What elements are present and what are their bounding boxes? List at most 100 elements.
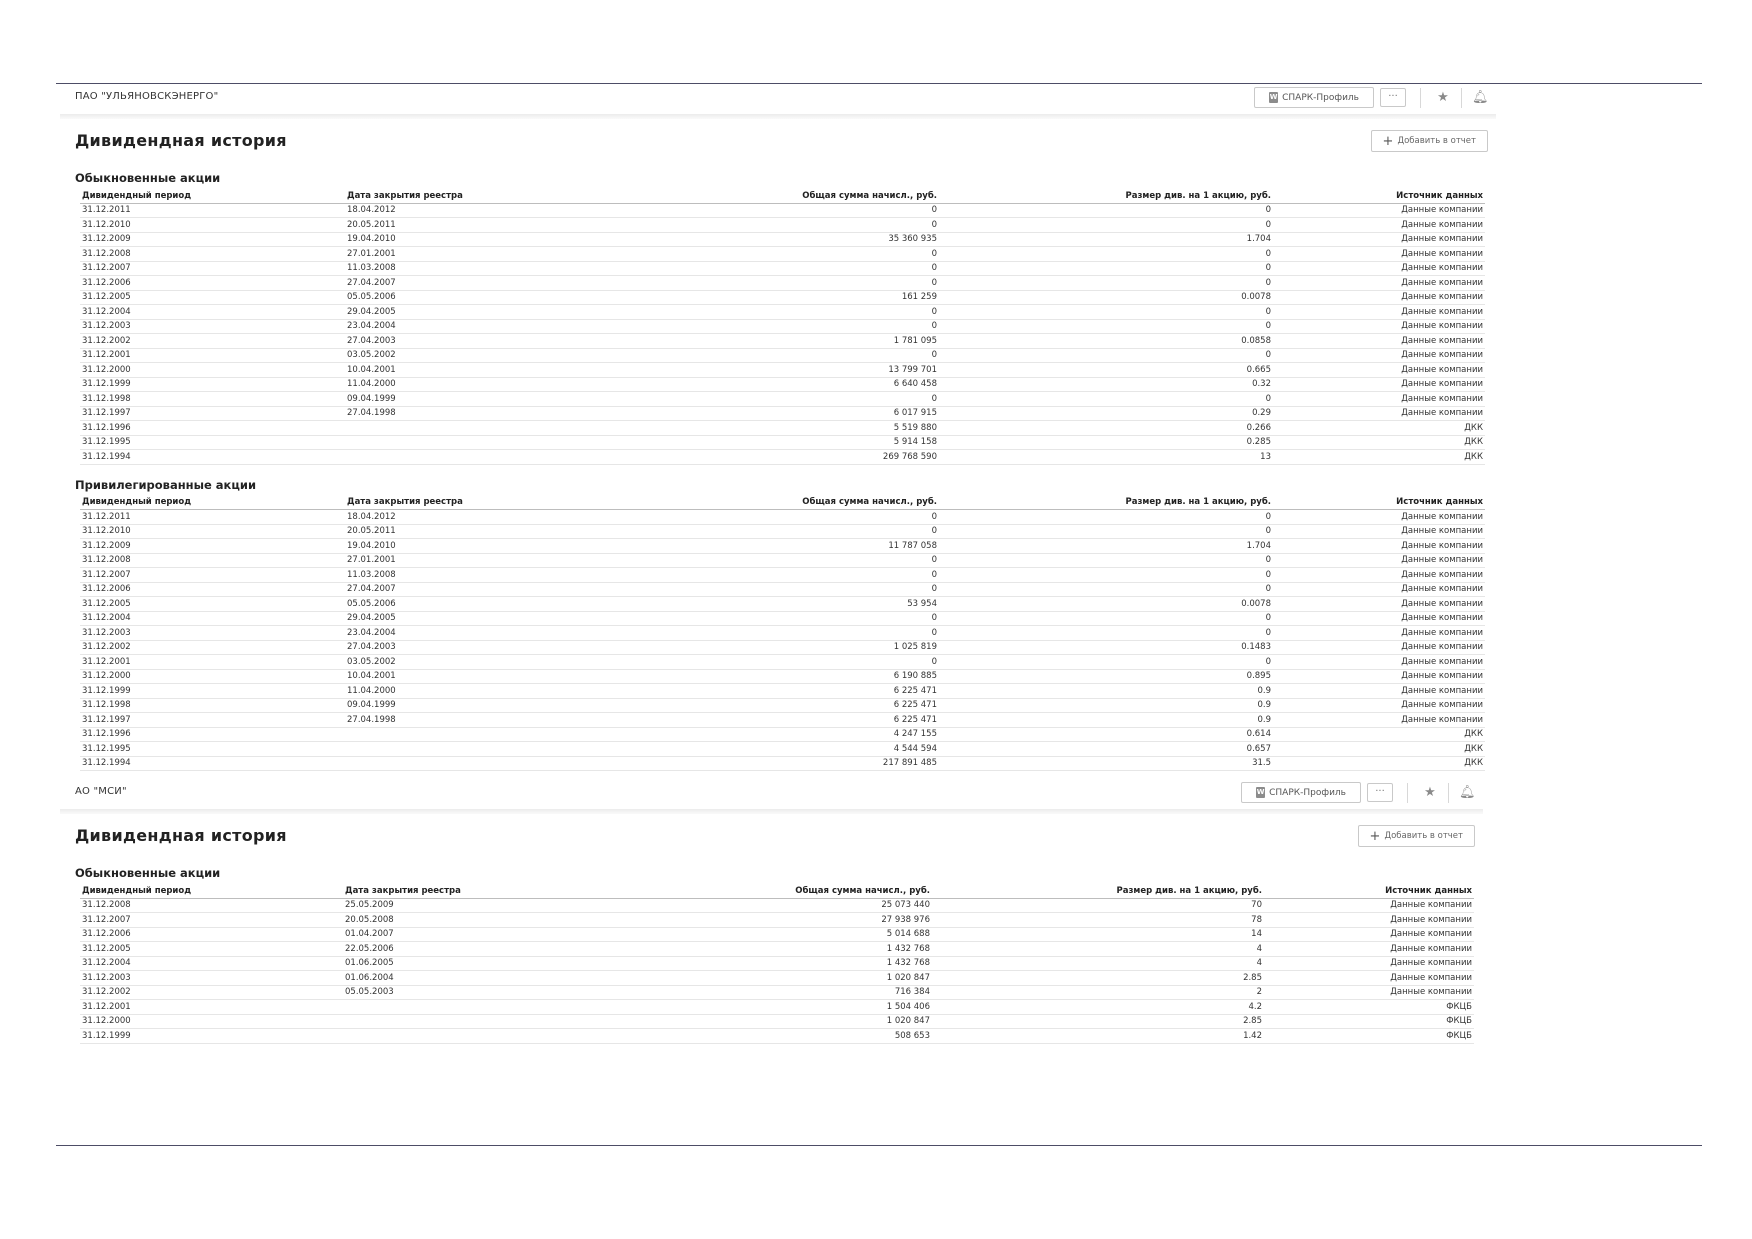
cell-period: 31.12.2008 <box>80 246 345 262</box>
cell-source: ДКК <box>1273 449 1485 465</box>
star-icon[interactable]: ★ <box>1422 785 1438 800</box>
cell-period: 31.12.1994 <box>80 756 345 771</box>
cell-per-share: 14 <box>932 927 1264 942</box>
separator <box>1448 782 1449 803</box>
cell-per-share: 4.2 <box>932 999 1264 1015</box>
cell-record-date: 22.05.2006 <box>343 941 606 957</box>
spark-profile-label: СПАРК-Профиль <box>1282 92 1359 103</box>
cell-record-date: 11.03.2008 <box>345 567 610 583</box>
table-title: Привилегированные акции <box>75 477 257 492</box>
cell-period: 31.12.1998 <box>80 391 345 407</box>
table-row: 31.12.1995 4 544 594 0.657 ДКК <box>80 741 1485 757</box>
header-actions: W СПАРК-Профиль ··· ★ 🔔︎ <box>1254 87 1489 108</box>
cell-period: 31.12.2004 <box>80 304 345 320</box>
cell-period: 31.12.2006 <box>80 275 345 291</box>
table-header-row: Дивидендный период Дата закрытия реестра… <box>80 495 1485 510</box>
cell-source: Данные компании <box>1273 217 1485 233</box>
cell-period: 31.12.2011 <box>80 203 345 218</box>
more-options-button[interactable]: ··· <box>1367 783 1393 802</box>
cell-total: 13 799 701 <box>610 362 939 378</box>
cell-record-date: 27.01.2001 <box>345 246 610 262</box>
cell-record-date: 27.04.2003 <box>345 640 610 655</box>
cell-period: 31.12.1997 <box>80 406 345 421</box>
cell-period: 31.12.2010 <box>80 524 345 539</box>
cell-per-share: 1.704 <box>939 232 1273 247</box>
cell-source: ФКЦБ <box>1264 1014 1474 1029</box>
cell-period: 31.12.2008 <box>80 553 345 568</box>
add-to-report-button[interactable]: + Добавить в отчет <box>1357 825 1475 847</box>
cell-source: ФКЦБ <box>1264 1028 1474 1044</box>
cell-record-date: 27.04.1998 <box>345 406 610 421</box>
column-header-record-date: Дата закрытия реестра <box>345 495 610 510</box>
table-row: 31.12.2009 19.04.2010 11 787 058 1.704 Данны… <box>80 538 1485 554</box>
cell-total: 1 020 847 <box>606 1014 932 1029</box>
cell-per-share: 0.614 <box>939 727 1273 742</box>
cell-total: 217 891 485 <box>610 756 939 771</box>
cell-total: 6 225 471 <box>610 683 939 699</box>
cell-per-share: 0.9 <box>939 698 1273 713</box>
cell-source: ФКЦБ <box>1264 999 1474 1015</box>
cell-record-date: 03.05.2002 <box>345 348 610 363</box>
table-row: 31.12.2004 29.04.2005 0 0 Данные компании <box>80 304 1485 320</box>
cell-record-date: 18.04.2012 <box>345 509 610 525</box>
company-header: АО "МСИ" W СПАРК-Профиль ··· ★ 🔔︎ <box>58 779 1483 809</box>
cell-total: 0 <box>610 625 939 641</box>
cell-record-date: 23.04.2004 <box>345 625 610 641</box>
more-options-button[interactable]: ··· <box>1380 88 1406 107</box>
table-row: 31.12.2002 27.04.2003 1 025 819 0.1483 Данны… <box>80 640 1485 655</box>
cell-source: Данные компании <box>1273 640 1485 655</box>
cell-total: 5 014 688 <box>606 927 932 942</box>
cell-period: 31.12.1998 <box>80 698 345 713</box>
cell-per-share: 0 <box>939 348 1273 363</box>
spark-profile-button[interactable]: W СПАРК-Профиль <box>1254 87 1374 108</box>
star-icon[interactable]: ★ <box>1435 90 1451 105</box>
cell-per-share: 0.895 <box>939 669 1273 684</box>
cell-record-date <box>343 1014 606 1029</box>
cell-per-share: 0 <box>939 654 1273 670</box>
cell-source: Данные компании <box>1264 927 1474 942</box>
table-row: 31.12.2008 25.05.2009 25 073 440 70 Данные к… <box>80 898 1474 913</box>
cell-record-date: 05.05.2003 <box>343 985 606 1000</box>
table-row: 31.12.2002 05.05.2003 716 384 2 Данные компа… <box>80 985 1474 1000</box>
spark-profile-button[interactable]: W СПАРК-Профиль <box>1241 782 1361 803</box>
table-row: 31.12.1998 09.04.1999 0 0 Данные компании <box>80 391 1485 407</box>
cell-record-date: 01.06.2005 <box>343 956 606 971</box>
cell-source: Данные компании <box>1273 362 1485 378</box>
cell-period: 31.12.2001 <box>80 654 345 670</box>
bell-icon[interactable]: 🔔︎ <box>1459 785 1476 800</box>
cell-per-share: 70 <box>932 898 1264 913</box>
cell-period: 31.12.2003 <box>80 625 345 641</box>
cell-total: 4 544 594 <box>610 741 939 757</box>
column-header-per-share: Размер див. на 1 акцию, руб. <box>939 189 1273 204</box>
add-to-report-label: Добавить в отчет <box>1384 831 1463 841</box>
cell-record-date: 29.04.2005 <box>345 304 610 320</box>
cell-period: 31.12.2000 <box>80 1014 343 1029</box>
column-header-source: Источник данных <box>1264 884 1474 899</box>
cell-total: 35 360 935 <box>610 232 939 247</box>
cell-source: Данные компании <box>1273 567 1485 583</box>
cell-record-date: 03.05.2002 <box>345 654 610 670</box>
add-to-report-button[interactable]: + Добавить в отчет <box>1370 130 1488 152</box>
table-title: Обыкновенные акции <box>75 866 221 880</box>
cell-record-date: 05.05.2006 <box>345 596 610 612</box>
cell-period: 31.12.2006 <box>80 927 343 942</box>
cell-total: 5 914 158 <box>610 435 939 450</box>
cell-record-date: 19.04.2010 <box>345 232 610 247</box>
cell-total: 1 432 768 <box>606 956 932 971</box>
bell-icon[interactable]: 🔔︎ <box>1472 90 1489 105</box>
cell-per-share: 0 <box>939 391 1273 407</box>
cell-total: 6 225 471 <box>610 698 939 713</box>
cell-total: 0 <box>610 275 939 291</box>
table-row: 31.12.1995 5 914 158 0.285 ДКК <box>80 435 1485 450</box>
cell-record-date <box>345 727 610 742</box>
table-row: 31.12.2006 27.04.2007 0 0 Данные компании <box>80 582 1485 597</box>
cell-source: ДКК <box>1273 420 1485 436</box>
cell-source: ДКК <box>1273 741 1485 757</box>
cell-period: 31.12.2002 <box>80 333 345 349</box>
cell-total: 0 <box>610 319 939 334</box>
cell-period: 31.12.2005 <box>80 941 343 957</box>
cell-period: 31.12.1995 <box>80 435 345 450</box>
cell-total: 0 <box>610 611 939 626</box>
cell-per-share: 0.9 <box>939 712 1273 728</box>
cell-period: 31.12.1999 <box>80 683 345 699</box>
